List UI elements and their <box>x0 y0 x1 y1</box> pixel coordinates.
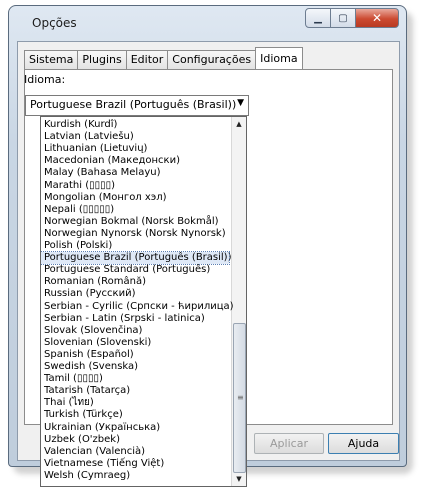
language-option[interactable]: Slovak (Slovenčina) <box>41 325 229 337</box>
language-option[interactable]: Mongolian (Монгол хэл) <box>41 192 229 204</box>
tab-configuracoes[interactable]: Configurações <box>167 50 257 69</box>
language-option[interactable]: Slovenian (Slovenski) <box>41 337 229 349</box>
language-option[interactable]: Portuguese Brazil (Português (Brasil)) <box>41 251 232 266</box>
apply-button[interactable]: Aplicar <box>254 433 324 454</box>
language-option[interactable]: Spanish (Español) <box>41 349 229 361</box>
scroll-down-arrow-icon[interactable]: ▼ <box>232 472 246 486</box>
tab-plugins[interactable]: Plugins <box>77 50 127 69</box>
language-option[interactable]: Lithuanian (Lietuvių) <box>41 143 229 155</box>
language-option[interactable]: Tatarish (Tatarça) <box>41 385 229 397</box>
language-dropdown-list[interactable]: ▲ ≡ ▼ Kurdish (Kurdî) Latvian (Latviešu) L… <box>40 116 247 487</box>
window-title: Opções <box>32 16 77 30</box>
language-option[interactable]: Serbian - Latin (Srpski - latinica) <box>41 313 229 325</box>
caption-buttons: ▁ ▢ ✕ <box>305 8 399 28</box>
tab-strip: Sistema Plugins Editor Configurações Idi… <box>24 47 303 69</box>
grip-icon: ≡ <box>237 393 244 402</box>
language-option[interactable]: Marathi (▯▯▯▯) <box>41 180 229 192</box>
tab-editor[interactable]: Editor <box>125 50 169 69</box>
language-select[interactable]: Portuguese Brazil (Português (Brasil)) ▼ <box>25 95 249 116</box>
maximize-icon: ▢ <box>338 12 348 24</box>
language-option[interactable]: Uzbek (O'zbek) <box>41 434 229 446</box>
scrollbar-thumb[interactable]: ≡ <box>233 323 246 473</box>
language-option[interactable]: Malay (Bahasa Melayu) <box>41 167 229 179</box>
language-select-value: Portuguese Brazil (Português (Brasil)) <box>30 98 237 111</box>
language-option[interactable]: Turkish (Türkçe) <box>41 409 229 421</box>
language-option[interactable]: Russian (Русский) <box>41 288 229 300</box>
language-option[interactable]: Vietnamese (Tiếng Việt) <box>41 458 229 470</box>
maximize-button[interactable]: ▢ <box>331 8 356 28</box>
close-button[interactable]: ✕ <box>356 8 399 28</box>
language-option[interactable]: Valencian (Valencià) <box>41 446 229 458</box>
language-option[interactable]: Nepali (▯▯▯▯▯) <box>41 204 229 216</box>
language-option[interactable]: Romanian (Română) <box>41 276 229 288</box>
language-option[interactable]: Ukrainian (Українська) <box>41 422 229 434</box>
language-option[interactable]: Norwegian Nynorsk (Norsk Nynorsk) <box>41 228 229 240</box>
language-option[interactable]: Polish (Polski) <box>41 240 229 252</box>
tab-sistema[interactable]: Sistema <box>24 50 79 69</box>
language-option[interactable]: Tamil (▯▯▯▯) <box>41 373 229 385</box>
language-option[interactable]: Kurdish (Kurdî) <box>41 119 229 131</box>
language-option[interactable]: Norwegian Bokmal (Norsk Bokmål) <box>41 216 229 228</box>
language-label: Idioma: <box>24 73 66 86</box>
language-option[interactable]: Swedish (Svenska) <box>41 361 229 373</box>
language-option[interactable]: Welsh (Cymraeg) <box>41 470 229 482</box>
tab-idioma[interactable]: Idioma <box>255 47 303 69</box>
language-option[interactable]: Portuguese Standard (Português) <box>41 264 229 276</box>
close-icon: ✕ <box>371 11 383 25</box>
scroll-up-arrow-icon[interactable]: ▲ <box>232 117 246 131</box>
minimize-icon: ▁ <box>314 12 322 24</box>
chevron-down-icon[interactable]: ▼ <box>237 98 244 108</box>
language-option[interactable]: Latvian (Latviešu) <box>41 131 229 143</box>
language-option[interactable]: Thai (ไทย) <box>41 397 229 409</box>
minimize-button[interactable]: ▁ <box>305 8 331 28</box>
language-option[interactable]: Macedonian (Македонски) <box>41 155 229 167</box>
language-option[interactable]: Serbian - Cyrilic (Српски - ћирилица) <box>41 301 234 313</box>
help-button[interactable]: Ajuda <box>328 433 399 454</box>
